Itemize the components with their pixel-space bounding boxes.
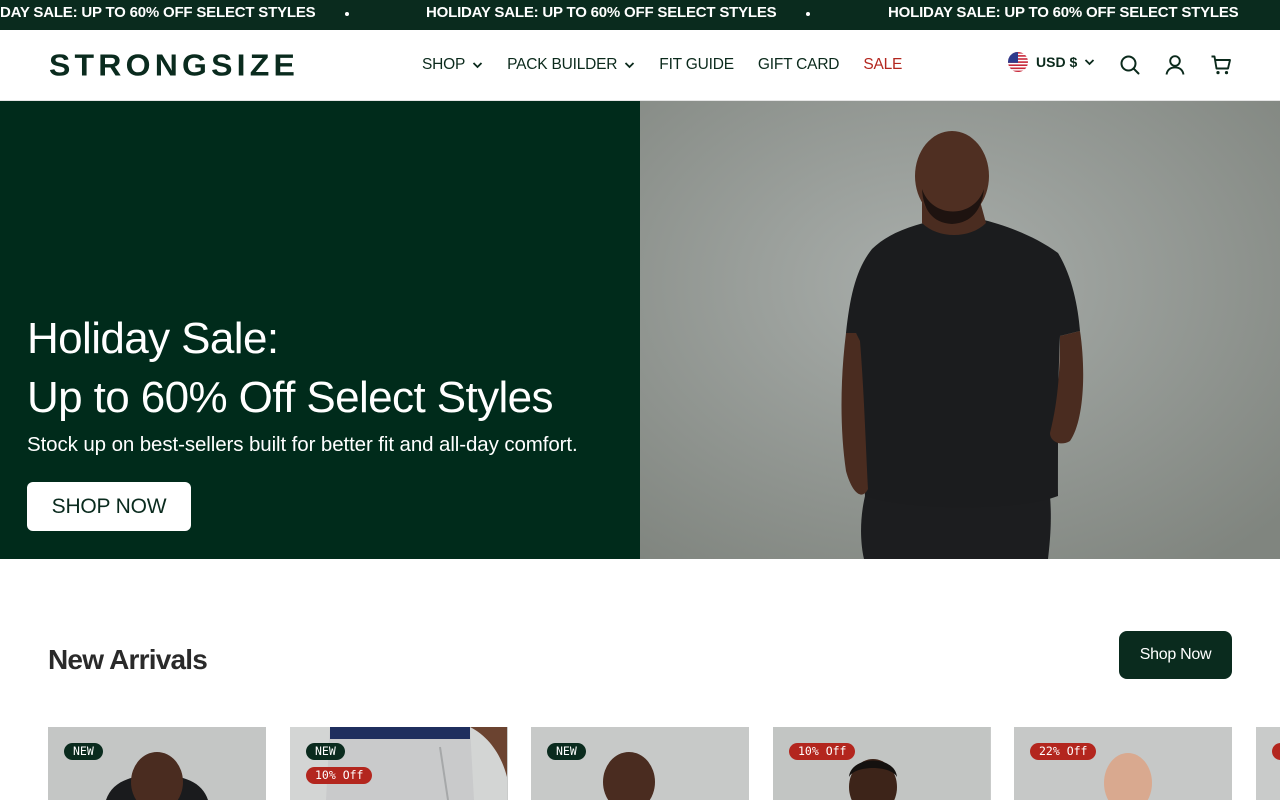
product-card[interactable]: NEW 10% Off — [290, 727, 508, 800]
hero-image — [640, 101, 1280, 559]
announcement-text: DAY SALE: UP TO 60% OFF SELECT STYLES — [0, 4, 316, 21]
search-icon[interactable] — [1119, 54, 1141, 76]
new-badge: NEW — [547, 743, 586, 760]
hero-title-line: Holiday Sale: — [27, 314, 279, 363]
product-card[interactable]: 10% Off — [773, 727, 991, 800]
nav-item-sale[interactable]: SALE — [863, 56, 902, 74]
currency-selector[interactable]: USD $ — [1008, 52, 1095, 72]
product-card[interactable]: NEW — [48, 727, 266, 800]
separator-dot — [345, 12, 349, 16]
discount-badge: 22% Off — [1030, 743, 1097, 760]
product-card[interactable]: NEW — [531, 727, 749, 800]
discount-badge: 10% Off — [789, 743, 856, 760]
product-card[interactable]: 22% Off — [1014, 727, 1232, 800]
product-card[interactable] — [1256, 727, 1280, 800]
shop-now-button[interactable]: SHOP NOW — [27, 482, 191, 531]
announcement-text: HOLIDAY SALE: UP TO 60% OFF SELECT STYLE… — [888, 4, 1239, 21]
currency-label: USD $ — [1036, 54, 1078, 70]
nav-item-label: GIFT CARD — [757, 56, 840, 73]
account-icon[interactable] — [1164, 54, 1186, 76]
separator-dot — [806, 12, 810, 16]
product-image — [773, 727, 990, 800]
main-nav: SHOP PACK BUILDER FIT GUIDE GIFT CARD SA… — [422, 55, 926, 75]
discount-badge — [1272, 743, 1280, 760]
product-image — [48, 727, 266, 800]
new-badge: NEW — [306, 743, 345, 760]
announcement-text: HOLIDAY SALE: UP TO 60% OFF SELECT STYLE… — [426, 4, 777, 21]
shop-now-button[interactable]: Shop Now — [1119, 631, 1232, 679]
nav-item-label: SHOP — [422, 56, 466, 73]
site-header: STRONGSIZE SHOP PACK BUILDER FIT GUIDE G… — [0, 30, 1280, 101]
nav-item-fit-guide[interactable]: FIT GUIDE — [659, 56, 734, 74]
discount-badge: 10% Off — [306, 767, 373, 784]
nav-item-gift-card[interactable]: GIFT CARD — [757, 56, 840, 74]
us-flag-icon — [1008, 52, 1028, 72]
hero-banner: Holiday Sale: Up to 60% Off Select Style… — [0, 101, 640, 559]
product-image — [290, 727, 507, 800]
nav-item-label: PACK BUILDER — [507, 56, 618, 73]
hero-title-line: Up to 60% Off Select Styles — [27, 373, 554, 422]
nav-item-shop[interactable]: SHOP — [422, 56, 483, 74]
product-image — [1014, 727, 1232, 800]
section-title: New Arrivals — [48, 644, 208, 675]
chevron-down-icon — [473, 62, 483, 69]
chevron-down-icon — [625, 62, 635, 69]
hero-title: Holiday Sale: Up to 60% Off Select Style… — [27, 309, 554, 427]
nav-item-label: SALE — [863, 56, 903, 73]
logo[interactable]: STRONGSIZE — [49, 50, 299, 80]
announcement-bar: DAY SALE: UP TO 60% OFF SELECT STYLES HO… — [0, 0, 1280, 30]
model-photo — [640, 101, 1280, 559]
chevron-down-icon — [1085, 59, 1095, 66]
nav-item-label: FIT GUIDE — [659, 56, 734, 73]
nav-item-pack-builder[interactable]: PACK BUILDER — [507, 56, 635, 74]
cart-icon[interactable] — [1210, 54, 1232, 76]
product-image — [531, 727, 749, 800]
new-badge: NEW — [64, 743, 103, 760]
hero-subtitle: Stock up on best-sellers built for bette… — [27, 433, 578, 456]
